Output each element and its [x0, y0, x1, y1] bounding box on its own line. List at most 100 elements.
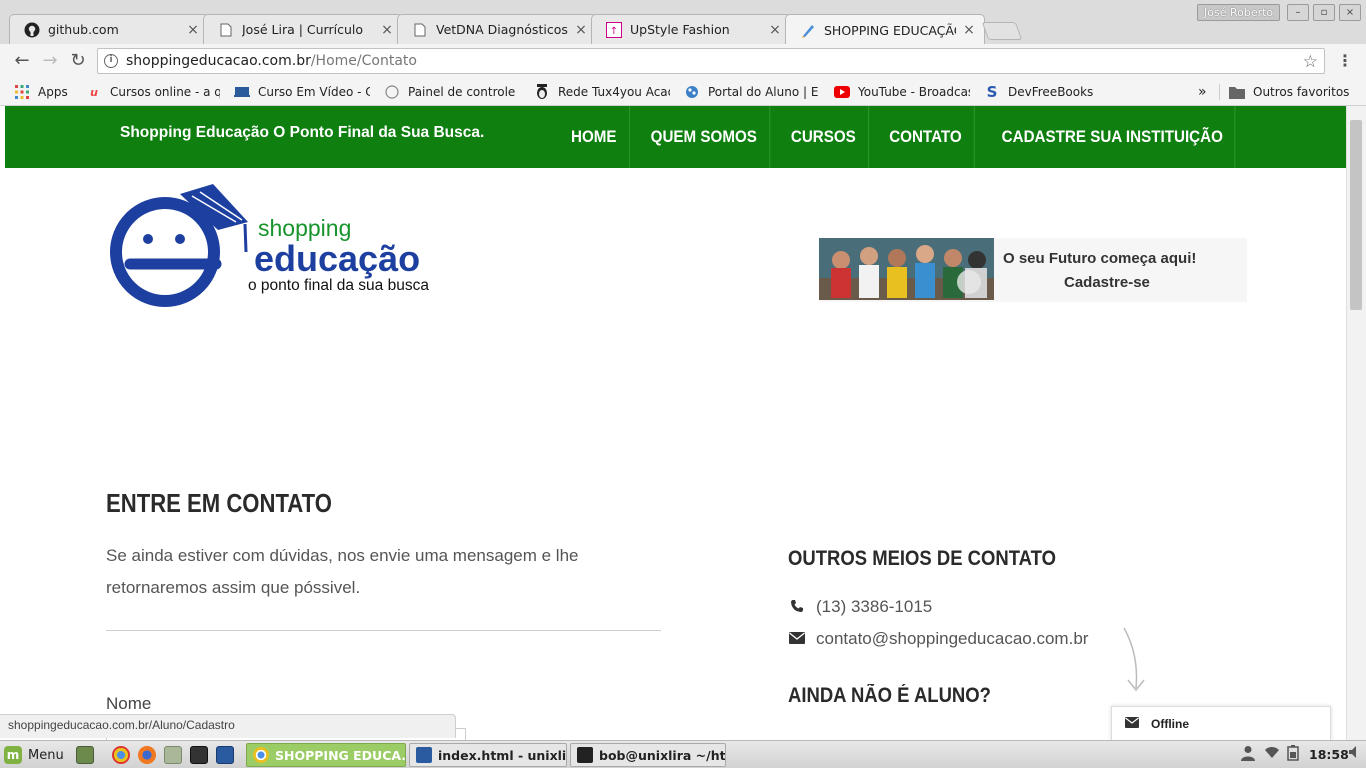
banner-cta: Cadastre-se: [1064, 274, 1150, 291]
forward-arrow-icon[interactable]: →: [40, 51, 60, 71]
github-icon: [24, 22, 40, 38]
scrollbar-thumb[interactable]: [1350, 120, 1362, 310]
bookmark-rede-tux4you[interactable]: Rede Tux4you Acad: [534, 82, 670, 102]
bookmark-label: Rede Tux4you Acad: [558, 85, 670, 99]
chat-status: Offline: [1151, 716, 1189, 731]
decorative-arrow-icon: [1123, 627, 1145, 692]
close-icon[interactable]: ×: [962, 23, 976, 37]
minimize-icon[interactable]: –: [1287, 4, 1309, 21]
bookmarks-bar: Apps u Cursos online - a qu Curso Em Víd…: [0, 78, 1366, 106]
folder-icon: [1229, 84, 1245, 100]
signup-banner[interactable]: O seu Futuro começa aqui! Cadastre-se: [819, 238, 1247, 302]
tab-title: github.com: [48, 22, 119, 37]
bookmark-portal-aluno[interactable]: Portal do Aluno | E: [684, 82, 820, 102]
task-chrome-shopping[interactable]: SHOPPING EDUCA...: [246, 743, 406, 767]
contact-heading: ENTRE EM CONTATO: [106, 488, 332, 518]
tab-title: UpStyle Fashion: [630, 22, 730, 37]
section-divider: [106, 630, 661, 631]
email-address[interactable]: contato@shoppingeducacao.com.br: [816, 629, 1088, 649]
logo-text-educacao: educação: [254, 238, 421, 279]
url-path: /Home/Contato: [310, 53, 417, 69]
editor-launcher-icon[interactable]: [216, 746, 234, 764]
page-scrollbar[interactable]: [1346, 106, 1366, 740]
start-menu-label: Menu: [28, 747, 64, 763]
site-logo[interactable]: shopping educação o ponto final da sua b…: [108, 182, 448, 317]
chrome-launcher-icon[interactable]: [112, 746, 130, 764]
clock[interactable]: 18:58: [1309, 747, 1349, 762]
bookmark-label: Curso Em Vídeo - Cu: [258, 85, 370, 99]
bookmark-curso-em-video[interactable]: Curso Em Vídeo - Cu: [234, 82, 370, 102]
site-tagline: Shopping Educação O Ponto Final da Sua B…: [120, 124, 485, 141]
bookmark-label: Outros favoritos: [1253, 85, 1350, 99]
contact-description: Se ainda estiver com dúvidas, nos envie …: [106, 546, 579, 597]
browser-menu-icon[interactable]: ⋮: [1337, 51, 1353, 71]
menu-home[interactable]: HOME: [559, 106, 630, 168]
bookmark-apps[interactable]: Apps: [14, 82, 84, 102]
page-icon: [412, 22, 428, 38]
bookmark-youtube[interactable]: YouTube - Broadcas: [834, 82, 970, 102]
devfreebooks-icon: S: [986, 83, 998, 101]
close-icon[interactable]: ×: [380, 23, 394, 37]
page-content: shopping educação o ponto final da sua b…: [5, 168, 1346, 740]
window-close-icon[interactable]: ×: [1339, 4, 1361, 21]
phone-line: (13) 3386-1015: [788, 597, 932, 617]
wifi-icon[interactable]: [1264, 745, 1280, 763]
menu-cadastre-instituicao[interactable]: CADASTRE SUA INSTITUIÇÃO: [989, 106, 1236, 168]
os-taskbar: m Menu SHOPPING EDUCA... index.html - un…: [0, 740, 1366, 768]
url-host: shoppingeducacao.com.br: [126, 53, 311, 69]
phone-number: (13) 3386-1015: [816, 597, 933, 616]
user-icon[interactable]: [1241, 745, 1255, 765]
globe-icon: [384, 84, 400, 100]
show-desktop-icon[interactable]: [76, 746, 94, 764]
close-icon[interactable]: ×: [186, 23, 200, 37]
tab-upstyle[interactable]: ↑ UpStyle Fashion ×: [591, 14, 791, 44]
bookmark-outros-favoritos[interactable]: Outros favoritos: [1229, 82, 1359, 102]
menu-contato[interactable]: CONTATO: [877, 106, 975, 168]
bookmarks-overflow-icon[interactable]: »: [1198, 82, 1214, 102]
tab-curriculo[interactable]: José Lira | Currículo ×: [203, 14, 403, 44]
students-photo: [819, 238, 994, 300]
terminal-icon: [577, 747, 593, 763]
bookmark-label: YouTube - Broadcas: [858, 85, 970, 99]
tab-github[interactable]: github.com ×: [9, 14, 209, 44]
start-menu-button[interactable]: m Menu: [4, 744, 64, 766]
banner-headline: O seu Futuro começa aqui!: [1003, 250, 1197, 267]
editor-icon: [416, 747, 432, 763]
close-icon[interactable]: ×: [574, 23, 588, 37]
task-label: index.html - unixli...: [438, 747, 567, 763]
tab-title: VetDNA Diagnósticos M: [436, 22, 568, 37]
terminal-launcher-icon[interactable]: [190, 746, 208, 764]
profile-button[interactable]: José Roberto: [1197, 4, 1281, 21]
bookmark-devfreebooks[interactable]: S DevFreeBooks: [984, 82, 1104, 102]
task-label: SHOPPING EDUCA...: [275, 747, 406, 763]
tab-shopping-educacao[interactable]: SHOPPING EDUCAÇÃO ×: [785, 14, 985, 45]
bookmark-painel[interactable]: Painel de controle |: [384, 82, 520, 102]
tab-vetdna[interactable]: VetDNA Diagnósticos M ×: [397, 14, 597, 44]
menu-cursos[interactable]: CURSOS: [779, 106, 869, 168]
chat-widget[interactable]: Offline: [1111, 706, 1331, 740]
reload-icon[interactable]: ↻: [68, 51, 88, 71]
close-icon[interactable]: ×: [768, 23, 782, 37]
battery-icon[interactable]: [1287, 745, 1299, 765]
files-launcher-icon[interactable]: [164, 746, 182, 764]
volume-icon[interactable]: [1348, 745, 1362, 763]
address-bar[interactable]: i shoppingeducacao.com.br/Home/Contato ☆: [97, 48, 1325, 74]
bookmark-label: Portal do Aluno | E: [708, 85, 819, 99]
name-label: Nome: [106, 694, 152, 713]
back-arrow-icon[interactable]: ←: [12, 51, 32, 71]
maximize-icon[interactable]: ▫: [1313, 4, 1335, 21]
firefox-launcher-icon[interactable]: [138, 746, 156, 764]
star-icon[interactable]: ☆: [1303, 52, 1318, 72]
task-terminal[interactable]: bob@unixlira ~/ht...: [570, 743, 726, 767]
logo-face-icon: [110, 184, 248, 307]
bookmark-label: Apps: [38, 85, 68, 99]
new-tab-button[interactable]: [981, 22, 1023, 40]
envelope-icon: [1125, 716, 1139, 731]
chrome-icon: [253, 747, 269, 763]
task-editor-index[interactable]: index.html - unixli...: [409, 743, 567, 767]
envelope-icon: [788, 631, 806, 647]
info-icon[interactable]: i: [104, 54, 118, 68]
menu-quem-somos[interactable]: QUEM SOMOS: [638, 106, 770, 168]
bookmark-cursos-online[interactable]: u Cursos online - a qu: [86, 82, 220, 102]
tab-strip: github.com × José Lira | Currículo × Vet…: [0, 0, 1366, 45]
